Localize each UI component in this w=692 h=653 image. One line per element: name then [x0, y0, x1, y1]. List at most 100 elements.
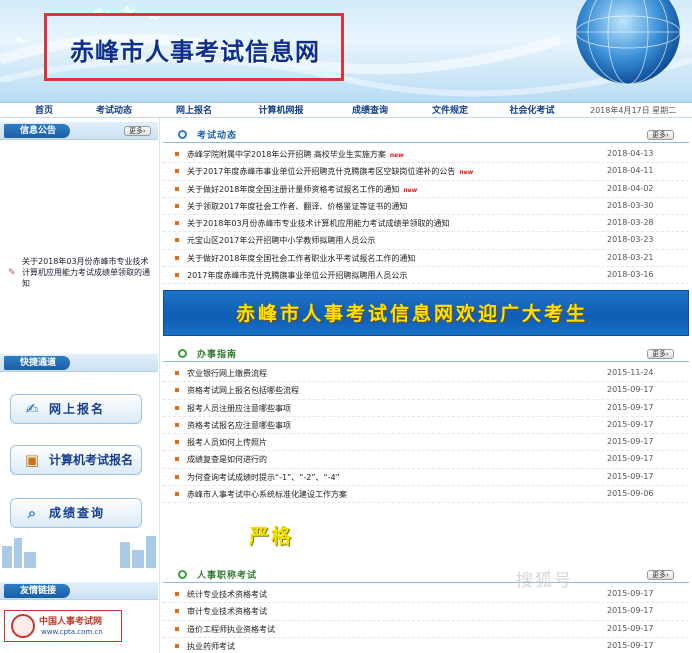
- bullet-icon: [175, 405, 179, 410]
- item-title[interactable]: 统计专业技术资格考试: [187, 589, 267, 600]
- links-header: 友情链接: [0, 582, 158, 600]
- item-title[interactable]: 关于做好2018年度全国社会工作者职业水平考试报名工作的通知: [187, 253, 415, 264]
- list-item[interactable]: 造价工程师执业资格考试 2015-09-17: [163, 621, 689, 638]
- item-date: 2015-09-17: [607, 385, 654, 395]
- item-title-text: 为何查询考试成绩时提示“-1”、“-2”、“-4”: [187, 472, 340, 482]
- item-title[interactable]: 2017年度赤峰市克什克腾旗事业单位公开招聘拟聘用人员公示: [187, 270, 407, 281]
- title-exam-more-button[interactable]: 更多›: [647, 570, 674, 580]
- nav-item-online-registration[interactable]: 网上报名: [164, 104, 224, 118]
- cpta-link[interactable]: 中国人事考试网 www.cpta.com.cn: [4, 610, 122, 642]
- bullet-icon: [175, 221, 179, 226]
- guide-more-button[interactable]: 更多›: [647, 349, 674, 359]
- item-title-text: 成绩复查是如何进行的: [187, 455, 267, 465]
- item-title[interactable]: 资格考试报名应注意哪些事项: [187, 420, 291, 431]
- item-date: 2015-09-17: [607, 640, 654, 650]
- list-item[interactable]: 关于2017年度赤峰市事业单位公开招聘克什克腾旗考区空缺岗位递补的公告 new 20…: [163, 163, 689, 181]
- nav-item-social-exams[interactable]: 社会化考试: [500, 104, 564, 118]
- new-badge-icon: new: [389, 152, 404, 159]
- nav-item-regulations[interactable]: 文件规定: [420, 104, 480, 118]
- online-registration-button[interactable]: ✍ 网上报名: [10, 394, 142, 424]
- item-title-text: 赤峰市人事考试中心系统标准化建设工作方案: [187, 490, 347, 500]
- list-item[interactable]: 赤峰学院附属中学2018年公开招聘 高校毕业生实施方案 new 2018-04-13: [163, 146, 689, 164]
- bullet-icon: [175, 422, 179, 427]
- item-date: 2018-03-28: [607, 218, 654, 228]
- computer-exam-registration-button[interactable]: ▣ 计算机考试报名: [10, 445, 142, 475]
- search-icon: ⌕: [27, 504, 37, 522]
- item-date: 2018-03-16: [607, 270, 654, 280]
- item-title[interactable]: 造价工程师执业资格考试: [187, 624, 275, 635]
- list-item[interactable]: 报考人员注册应注意哪些事项 2015-09-17: [163, 400, 689, 417]
- quick-title: 快捷通道: [4, 356, 71, 370]
- list-item[interactable]: 成绩复查是如何进行的 2015-09-17: [163, 451, 689, 469]
- title-exam-header: 人事职称考试 更多›: [163, 567, 689, 583]
- list-item[interactable]: 2017年度赤峰市克什克腾旗事业单位公开招聘拟聘用人员公示 2018-03-16: [163, 267, 689, 285]
- site-title: 赤峰市人事考试信息网: [70, 38, 320, 66]
- notice-more-button[interactable]: 更多›: [124, 126, 151, 136]
- item-title[interactable]: 关于2018年03月份赤峰市专业技术计算机应用能力考试成绩单领取的通知: [187, 218, 450, 229]
- item-title[interactable]: 关于做好2018年度全国注册计量师资格考试报名工作的通知 new: [187, 184, 417, 195]
- nav-item-computer-registration[interactable]: 计算机网报: [248, 104, 314, 118]
- list-item[interactable]: 农业银行网上缴费流程 2015-11-24: [163, 365, 689, 383]
- list-item[interactable]: 资格考试报名应注意哪些事项 2015-09-17: [163, 417, 689, 435]
- nav-item-score-query[interactable]: 成绩查询: [340, 104, 400, 118]
- notice-item[interactable]: ✎ 关于2018年03月份赤峰市专业技术计算机应用能力考试成绩单领取的通知: [8, 256, 154, 289]
- bullet-icon: [175, 169, 179, 174]
- item-title[interactable]: 赤峰市人事考试中心系统标准化建设工作方案: [187, 489, 347, 500]
- bullet-icon: [175, 626, 179, 631]
- item-date: 2015-11-24: [607, 368, 654, 377]
- item-title-text: 审计专业技术资格考试: [187, 607, 267, 617]
- item-title[interactable]: 关于领取2017年度社会工作者、翻译、价格鉴证等证书的通知: [187, 201, 407, 212]
- item-date: 2015-09-17: [607, 402, 654, 412]
- item-title[interactable]: 报考人员如何上传照片: [187, 437, 267, 448]
- nav-item-home[interactable]: 首页: [20, 104, 68, 118]
- bullet-icon: [175, 273, 179, 278]
- item-title[interactable]: 执业药师考试: [187, 641, 235, 652]
- list-item[interactable]: 关于做好2018年度全国注册计量师资格考试报名工作的通知 new 2018-04-0…: [163, 181, 689, 198]
- more-label: 更多: [652, 571, 666, 579]
- list-item[interactable]: 关于2018年03月份赤峰市专业技术计算机应用能力考试成绩单领取的通知 2018-…: [163, 215, 689, 233]
- item-title[interactable]: 资格考试网上报名包括哪些流程: [187, 385, 299, 396]
- button-label: 网上报名: [49, 402, 106, 416]
- list-item[interactable]: 赤峰市人事考试中心系统标准化建设工作方案 2015-09-06: [163, 486, 689, 504]
- list-item[interactable]: 报考人员如何上传照片 2015-09-17: [163, 434, 689, 452]
- nav-item-exam-news[interactable]: 考试动态: [84, 104, 144, 118]
- exam-news-more-button[interactable]: 更多›: [647, 130, 674, 140]
- list-item[interactable]: 关于做好2018年度全国社会工作者职业水平考试报名工作的通知 2018-03-21: [163, 250, 689, 268]
- list-item[interactable]: 执业药师考试 2015-09-17: [163, 638, 689, 653]
- guide-list: 农业银行网上缴费流程 2015-11-24 资格考试网上报名包括哪些流程 2015-0…: [163, 365, 689, 504]
- item-title-text: 统计专业技术资格考试: [187, 590, 267, 599]
- welcome-banner: 赤峰市人事考试信息网欢迎广大考生: [163, 290, 689, 336]
- item-date: 2015-09-17: [607, 419, 654, 429]
- item-date: 2015-09-17: [607, 589, 654, 598]
- item-title[interactable]: 关于2017年度赤峰市事业单位公开招聘克什克腾旗考区空缺岗位递补的公告 new: [187, 166, 473, 177]
- item-title-text: 农业银行网上缴费流程: [187, 369, 267, 378]
- item-title-text: 资格考试报名应注意哪些事项: [187, 420, 291, 430]
- list-item[interactable]: 元宝山区2017年公开招聘中小学教师拟聘用人员公示 2018-03-23: [163, 232, 689, 250]
- list-item[interactable]: 统计专业技术资格考试 2015-09-17: [163, 586, 689, 604]
- item-title[interactable]: 农业银行网上缴费流程: [187, 368, 267, 379]
- list-item[interactable]: 资格考试网上报名包括哪些流程 2015-09-17: [163, 382, 689, 400]
- notice-text: 关于2018年03月份赤峰市专业技术计算机应用能力考试成绩单领取的通知: [22, 257, 150, 288]
- item-title[interactable]: 审计专业技术资格考试: [187, 606, 267, 617]
- bullet-icon: [175, 203, 179, 208]
- item-title[interactable]: 赤峰学院附属中学2018年公开招聘 高校毕业生实施方案 new: [187, 149, 404, 160]
- item-title[interactable]: 元宝山区2017年公开招聘中小学教师拟聘用人员公示: [187, 235, 375, 246]
- item-title-text: 关于做好2018年度全国社会工作者职业水平考试报名工作的通知: [187, 253, 416, 263]
- more-label: 更多: [652, 131, 666, 139]
- score-query-button[interactable]: ⌕ 成绩查询: [10, 498, 142, 528]
- watermark: 搜狐号: [516, 571, 573, 591]
- guide-title: 办事指南: [197, 350, 238, 360]
- item-title[interactable]: 成绩复查是如何进行的: [187, 454, 267, 465]
- item-title[interactable]: 报考人员注册应注意哪些事项: [187, 403, 291, 414]
- globe-icon: [575, 0, 681, 85]
- item-date: 2018-04-02: [607, 183, 654, 193]
- banner-text: 赤峰市人事考试信息网欢迎广大考生: [236, 303, 589, 325]
- item-title-text: 关于2017年度赤峰市事业单位公开招聘克什克腾旗考区空缺岗位递补的公告: [187, 167, 456, 177]
- new-badge-icon: new: [459, 169, 474, 177]
- bullet-icon: [175, 388, 179, 393]
- list-item[interactable]: 关于领取2017年度社会工作者、翻译、价格鉴证等证书的通知 2018-03-30: [163, 198, 689, 216]
- list-item[interactable]: 为何查询考试成绩时提示“-1”、“-2”、“-4” 2015-09-17: [163, 469, 689, 487]
- main-content: 考试动态 更多› 赤峰学院附属中学2018年公开招聘 高校毕业生实施方案 new 2…: [163, 118, 692, 653]
- list-item[interactable]: 审计专业技术资格考试 2015-09-17: [163, 603, 689, 621]
- item-title[interactable]: 为何查询考试成绩时提示“-1”、“-2”、“-4”: [187, 472, 340, 483]
